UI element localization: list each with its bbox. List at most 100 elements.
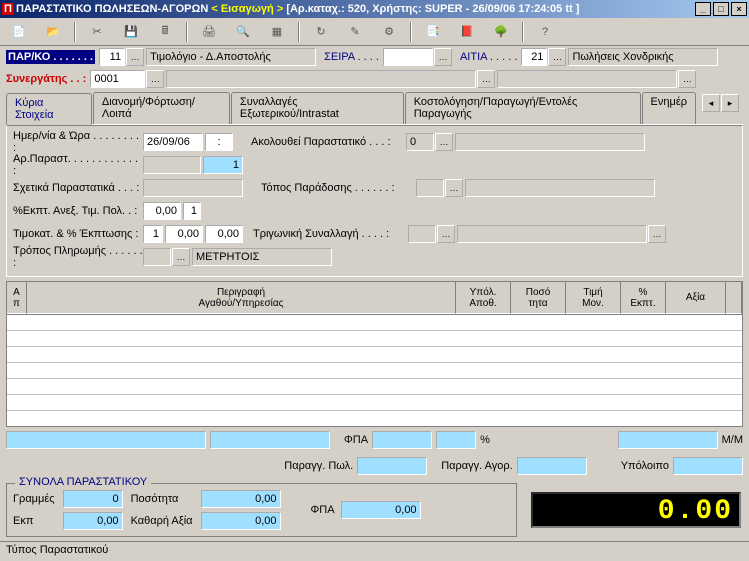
table-row[interactable] [7,331,742,347]
window-title: ΠΑΡΑΣΤΑΤΙΚΟ ΠΩΛΗΣΕΩΝ-ΑΓΟΡΩΝ < Εισαγωγή >… [16,3,693,15]
toolbar-edit-icon[interactable]: ✎ [342,21,368,43]
timokat-v2[interactable] [165,225,203,243]
paragg-agor-input[interactable] [517,457,587,475]
toolbar-refresh-icon[interactable]: ↻ [308,21,334,43]
ekpt-value2[interactable] [183,202,201,220]
fpa-label: ΦΠΑ [344,434,368,446]
tab-scroll-left-button[interactable]: ◂ [702,94,720,112]
paragg-pol-label: Παραγγ. Πωλ. [284,460,353,472]
table-row[interactable] [7,411,742,427]
topos-desc [465,179,655,197]
synergatis-lookup-button[interactable]: … [146,70,164,88]
grammes-label: Γραμμές [13,493,55,505]
table-row[interactable] [7,315,742,331]
arparast-input[interactable] [203,156,243,174]
toolbar-copy-icon[interactable]: 📑 [420,21,446,43]
aitia-desc [568,48,718,66]
aitia-code-input[interactable] [521,48,547,66]
title-mode: < Εισαγωγή > [211,3,283,15]
tab-scroll-right-button[interactable]: ▸ [721,94,739,112]
date-input[interactable] [143,133,203,151]
table-row[interactable] [7,395,742,411]
posotita-label: Ποσότητα [131,493,193,505]
aitia-lookup-button[interactable]: … [548,48,566,66]
parko-label: ΠΑΡ/ΚΟ . . . . . . . [6,50,95,64]
toolbar-cut-icon[interactable]: ✂ [84,21,110,43]
toolbar: 📄 📂 ✂ 💾 🖩 🖨 🔍 ▦ ↻ ✎ ⚙ 📑 📕 🌳 ? [0,18,749,46]
synergatis-desc [166,70,476,88]
maximize-button[interactable]: □ [713,2,729,16]
tropos-desc [192,248,332,266]
seira-lookup-button[interactable]: … [434,48,452,66]
totals-group: ΣΥΝΟΛΑ ΠΑΡΑΣΤΑΤΙΚΟΥ Γραμμές Ποσότητα Εκπ… [6,483,517,537]
close-button[interactable]: × [731,2,747,16]
timokat-v3[interactable] [205,225,243,243]
topos-code [416,179,444,197]
toolbar-grid-icon[interactable]: ▦ [264,21,290,43]
trig-lookup-button[interactable]: … [437,225,455,243]
mm-label: Μ/Μ [722,434,743,446]
timokat-label: Τιμοκατ. & % Έκπτωσης : [13,228,143,240]
related-input [143,179,243,197]
toolbar-tree-icon[interactable]: 🌳 [488,21,514,43]
paragg-pol-input[interactable] [357,457,427,475]
tropos-lookup-button[interactable]: … [172,248,190,266]
follow-lookup-button[interactable]: … [435,133,453,151]
pct-input[interactable] [436,431,476,449]
arparast-label: Αρ.Παραστ. . . . . . . . . . . . : [13,153,143,177]
time-input[interactable] [205,133,233,151]
trig-desc [457,225,647,243]
grand-total-display: 0.00 [531,492,741,528]
status-bar: Τύπος Παραστατικού [0,541,749,559]
toolbar-book-icon[interactable]: 📕 [454,21,480,43]
sum-field-2[interactable] [210,431,330,449]
tab-kyria-stoixeia[interactable]: Κύρια Στοιχεία [6,93,92,125]
col-ypol: Υπόλ. Αποθ. [456,282,511,314]
seira-input[interactable] [383,48,433,66]
app-icon: Π [2,3,14,15]
fpa-input[interactable] [372,431,432,449]
synergatis-extra2-button[interactable]: … [678,70,696,88]
toolbar-help-icon[interactable]: ? [532,21,558,43]
mm-input[interactable] [618,431,718,449]
separator [522,22,524,42]
tab-panel-main: Ημερ/νία & Ώρα . . . . . . . . : Ακολουθ… [6,125,743,277]
tab-dianomi[interactable]: Διανομή/Φόρτωση/Λοιπά [93,92,230,124]
grid-body[interactable] [6,315,743,427]
tab-kostologisi[interactable]: Κοστολόγηση/Παραγωγή/Εντολές Παραγωγής [405,92,641,124]
synergatis-extra1-button[interactable]: … [477,70,495,88]
ekpt-value1[interactable] [143,202,181,220]
toolbar-settings-icon[interactable]: ⚙ [376,21,402,43]
parko-code-input[interactable] [99,48,125,66]
title-main: ΠΑΡΑΣΤΑΤΙΚΟ ΠΩΛΗΣΕΩΝ-ΑΓΟΡΩΝ [16,3,208,15]
col-ekpt: % Εκπτ. [621,282,666,314]
tab-synallages[interactable]: Συναλλαγές Εξωτερικού/Intrastat [231,92,404,124]
trig-extra-button[interactable]: … [648,225,666,243]
title-context: [Αρ.καταχ.: 520, Χρήστης: SUPER - 26/09/… [286,3,579,15]
tab-enimer[interactable]: Ενημέρ [642,92,696,124]
timokat-v1[interactable] [143,225,163,243]
topos-lookup-button[interactable]: … [445,179,463,197]
follow-desc [455,133,645,151]
toolbar-print-icon[interactable]: 🖨 [196,21,222,43]
date-label: Ημερ/νία & Ώρα . . . . . . . . : [13,130,143,154]
seira-label: ΣΕΙΡΑ . . . . [324,51,379,63]
sum-field-1[interactable] [6,431,206,449]
table-row[interactable] [7,347,742,363]
table-row[interactable] [7,379,742,395]
minimize-button[interactable]: _ [695,2,711,16]
toolbar-open-icon[interactable]: 📂 [40,21,66,43]
toolbar-save-icon[interactable]: 💾 [118,21,144,43]
col-timi: Τιμή Μον. [566,282,621,314]
ypoloipo-input[interactable] [673,457,743,475]
table-row[interactable] [7,363,742,379]
toolbar-preview-icon[interactable]: 🔍 [230,21,256,43]
grid-header: Α π Περιγραφή Αγαθού/Υπηρεσίας Υπόλ. Απο… [6,281,743,315]
parko-lookup-button[interactable]: … [126,48,144,66]
synergatis-code-input[interactable] [90,70,145,88]
toolbar-new-icon[interactable]: 📄 [6,21,32,43]
toolbar-calc-icon[interactable]: 🖩 [152,21,178,43]
parko-desc [146,48,316,66]
kathari-label: Καθαρή Αξία [131,515,193,527]
separator [410,22,412,42]
